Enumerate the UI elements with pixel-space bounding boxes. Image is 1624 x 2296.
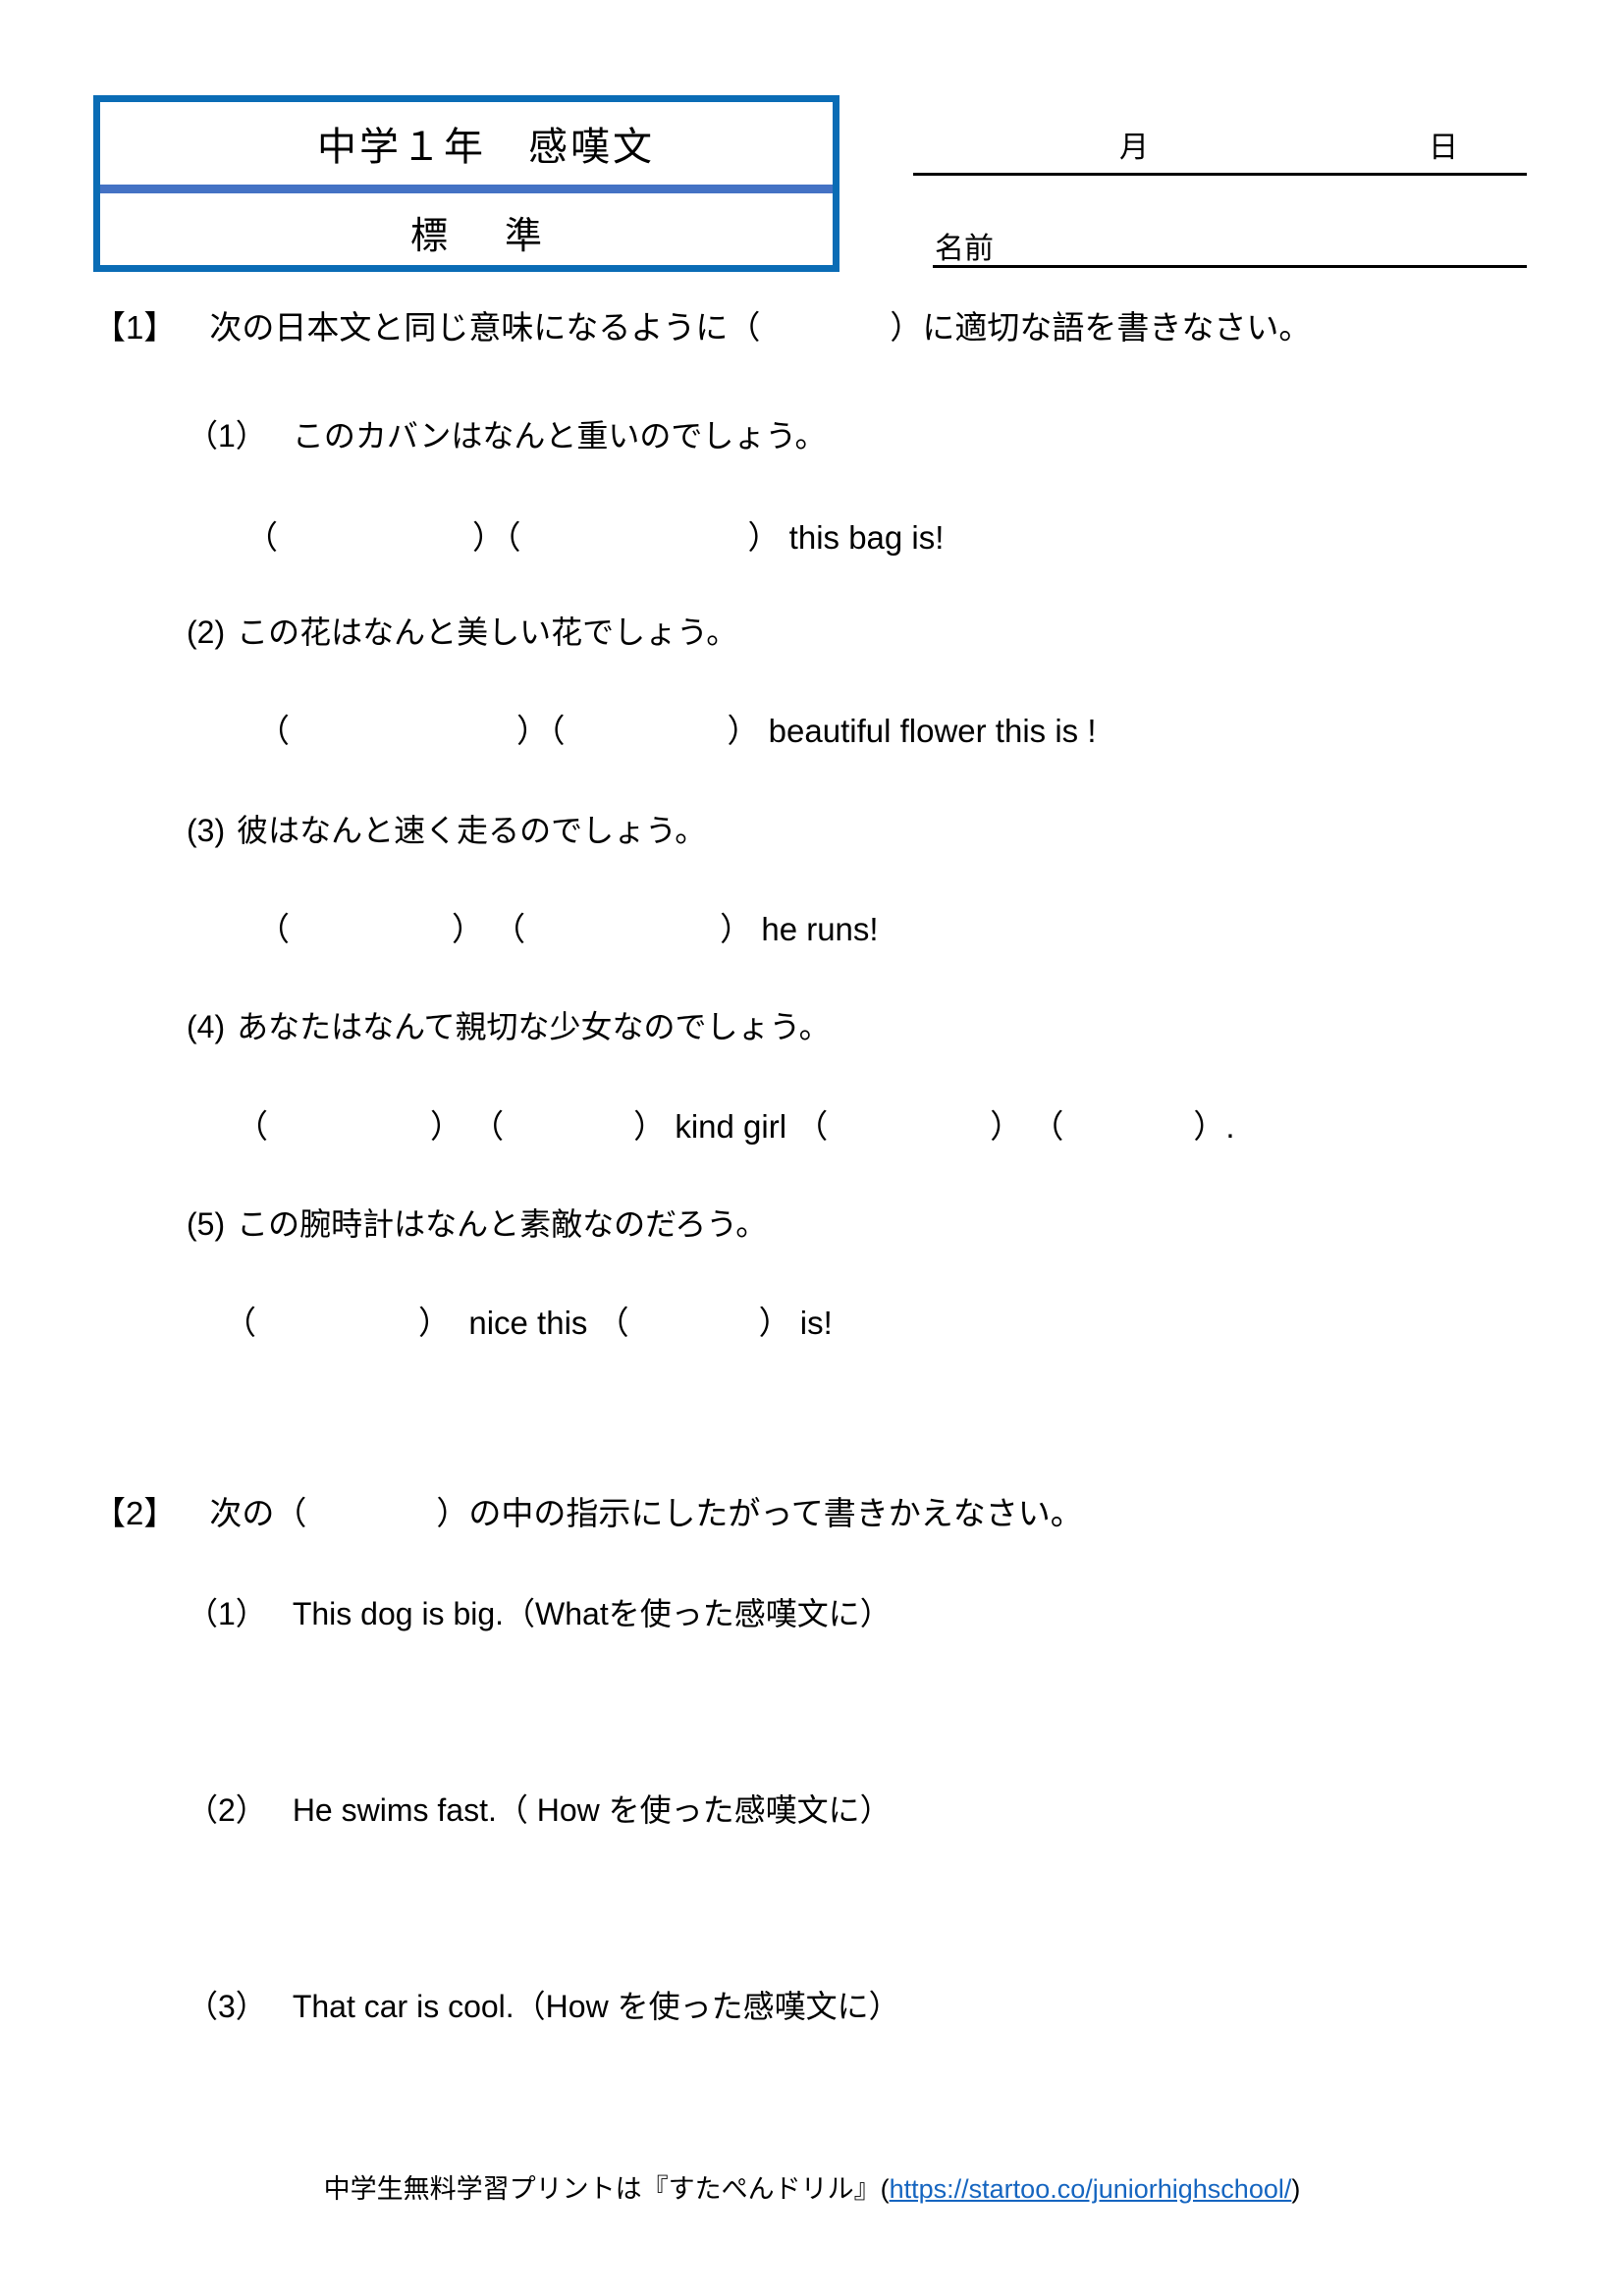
s2-item-3-answer-space[interactable] (187, 2052, 1365, 2160)
s1-item-4-answer-text: （ ） （ ） kind girl （ ） （ ）. (236, 1108, 1235, 1145)
section-1-heading: 【1】 次の日本文と同じ意味になるように（ ）に適切な語を書きなさい。 (93, 308, 1624, 347)
s2-item-2-number: （2） (187, 1792, 267, 1828)
name-label: 名前 (935, 233, 994, 265)
s1-item-3-japanese: 彼はなんと速く走るのでしょう。 (237, 813, 707, 848)
s2-item-1-text: This dog is big.（Whatを使った感嘆文に） (292, 1596, 892, 1631)
title-box: 中学１年 感嘆文 標 準 (93, 95, 839, 272)
section-2-heading: 【2】 次の（ ）の中の指示にしたがって書きかえなさい。 (93, 1494, 1624, 1533)
s1-item-2-japanese: この花はなんと美しい花でしょう。 (237, 614, 738, 650)
s1-item-1-japanese: このカバンはなんと重いのでしょう。 (292, 418, 827, 454)
s1-item-5-number: (5) (187, 1206, 226, 1242)
difficulty-label: 標 準 (409, 215, 552, 257)
s2-item-1-answer-space[interactable] (187, 1659, 1365, 1767)
name-write-line[interactable] (933, 265, 1527, 268)
s1-item-3-question: (3) 彼はなんと速く走るのでしょう。 (187, 812, 1624, 849)
s1-item-5-answer-text: （ ） nice this （ ） is! (224, 1305, 833, 1341)
month-label: 月 (1119, 132, 1149, 164)
s2-item-1-question: （1） This dog is big.（Whatを使った感嘆文に） (187, 1595, 1624, 1632)
section-1-instruction: 次の日本文と同じ意味になるように（ ）に適切な語を書きなさい。 (209, 309, 1312, 346)
worksheet-page: 中学１年 感嘆文 標 準 月 日 名前 【1】 次の日本文と同じ意味になるように（… (0, 0, 1624, 2296)
s1-item-1-question: （1） このカバンはなんと重いのでしょう。 (187, 417, 1624, 454)
footer-prefix: 中学生無料学習プリントは『すたぺんドリル』( (323, 2174, 890, 2204)
s1-item-5-answer[interactable]: （ ） nice this （ ） is! (224, 1304, 1624, 1343)
s1-item-3-answer-text: （ ） （ ） he runs! (257, 911, 879, 947)
s2-item-2-text: He swims fast.（ How を使った感嘆文に） (292, 1792, 892, 1828)
s1-item-3-answer[interactable]: （ ） （ ） he runs! (257, 910, 1624, 949)
s1-item-5-japanese: この腕時計はなんと素敵なのだろう。 (237, 1206, 768, 1242)
s1-item-2-number: (2) (187, 614, 226, 650)
s1-item-2-answer[interactable]: （ ）（ ） beautiful flower this is ! (257, 712, 1624, 751)
s1-item-2-answer-text: （ ）（ ） beautiful flower this is ! (257, 713, 1097, 749)
s1-item-4-number: (4) (187, 1009, 226, 1044)
worksheet-header: 中学１年 感嘆文 標 準 月 日 名前 (0, 0, 1624, 294)
s2-item-3-question: （3） That car is cool.（How を使った感嘆文に） (187, 1988, 1624, 2025)
s2-item-3-text: That car is cool.（How を使った感嘆文に） (292, 1989, 900, 2024)
s1-item-5-question: (5) この腕時計はなんと素敵なのだろう。 (187, 1205, 1624, 1243)
s2-item-2-answer-space[interactable] (187, 1855, 1365, 1963)
section-2-number: 【2】 (93, 1495, 177, 1531)
page-title: 中学１年 感嘆文 (317, 126, 655, 169)
footer-suffix: ) (1291, 2174, 1301, 2204)
day-label: 日 (1429, 132, 1458, 164)
section-2-instruction: 次の（ ）の中の指示にしたがって書きかえなさい。 (209, 1495, 1083, 1531)
s1-item-1-answer[interactable]: （ ）（ ） this bag is! (245, 518, 1624, 558)
s1-item-2-question: (2) この花はなんと美しい花でしょう。 (187, 614, 1624, 651)
s1-item-4-japanese: あなたはなんて親切な少女なのでしょう。 (237, 1009, 831, 1044)
s1-item-1-answer-text: （ ）（ ） this bag is! (245, 519, 945, 556)
s1-item-4-answer[interactable]: （ ） （ ） kind girl （ ） （ ）. (236, 1107, 1624, 1147)
title-row-level: 標 準 (100, 190, 833, 273)
s2-item-1-number: （1） (187, 1596, 267, 1631)
date-write-line[interactable] (913, 173, 1527, 176)
footer: 中学生無料学習プリントは『すたぺんドリル』(https://startoo.co… (0, 2167, 1624, 2206)
s2-item-3-number: （3） (187, 1989, 267, 2024)
section-1-number: 【1】 (93, 309, 177, 346)
s1-item-4-question: (4) あなたはなんて親切な少女なのでしょう。 (187, 1008, 1624, 1045)
title-row-subject: 中学１年 感嘆文 (100, 102, 833, 185)
s1-item-1-number: （1） (187, 418, 267, 454)
s2-item-2-question: （2） He swims fast.（ How を使った感嘆文に） (187, 1791, 1624, 1829)
footer-url-link[interactable]: https://startoo.co/juniorhighschool/ (890, 2174, 1292, 2204)
s1-item-3-number: (3) (187, 813, 226, 848)
